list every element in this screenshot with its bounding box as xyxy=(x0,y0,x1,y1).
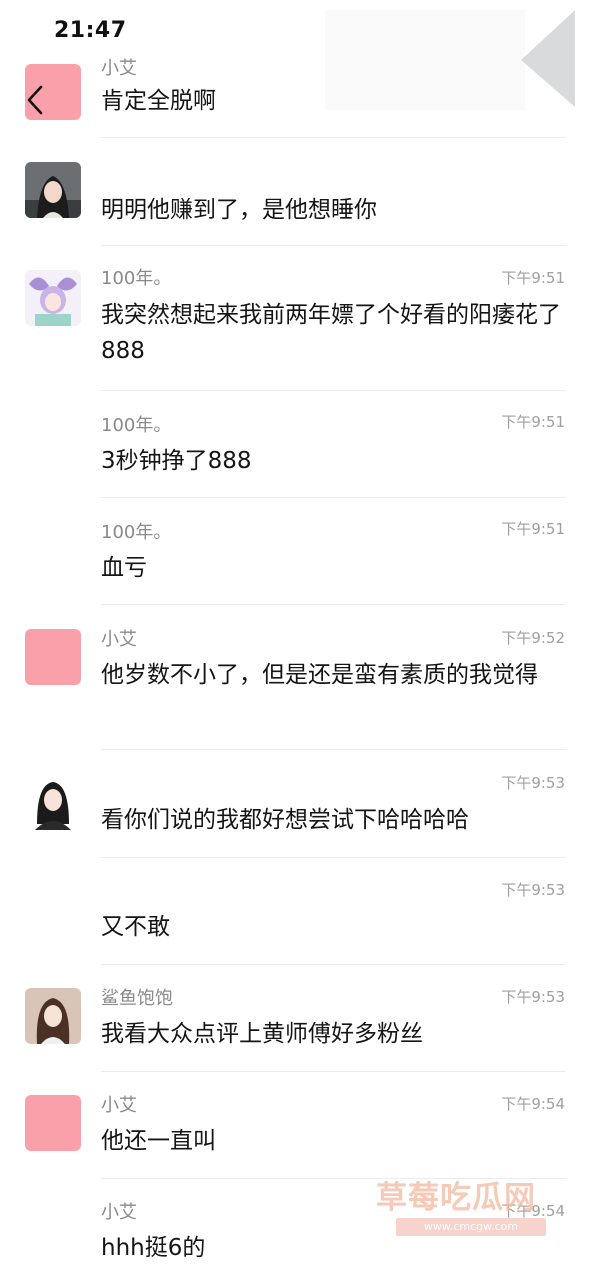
divider xyxy=(101,964,566,965)
avatar[interactable] xyxy=(25,629,81,685)
message-text: 看你们说的我都好想尝试下哈哈哈哈 xyxy=(101,807,469,833)
message-text: 他岁数不小了，但是还是蛮有素质的我觉得 xyxy=(101,662,538,688)
sender-name: 100年。 xyxy=(101,415,172,436)
message-time: 下午9:51 xyxy=(501,269,565,287)
avatar[interactable] xyxy=(25,270,81,326)
message-text: 3秒钟挣了888 xyxy=(101,448,252,474)
divider xyxy=(101,497,566,498)
watermark-title: 草莓吃瓜网 xyxy=(376,1180,536,1216)
chevron-left-icon[interactable] xyxy=(22,82,52,118)
message-text: 血亏 xyxy=(101,555,147,581)
divider xyxy=(101,749,566,750)
message-text: 我看大众点评上黄师傅好多粉丝 xyxy=(101,1021,423,1047)
sender-name: 鲨鱼饱饱 xyxy=(101,988,173,1009)
divider xyxy=(101,137,566,138)
status-bar-time: 21:47 xyxy=(54,18,127,43)
message-text: 又不敢 xyxy=(101,914,170,940)
message-text: 我突然想起来我前两年嫖了个好看的阳痿花了888 xyxy=(101,302,561,364)
sender-name: 小艾 xyxy=(101,629,137,650)
divider xyxy=(101,390,566,391)
message-time: 下午9:53 xyxy=(501,988,565,1006)
message-text: 明明他赚到了，是他想睡你 xyxy=(101,197,377,223)
sender-name: 100年。 xyxy=(101,268,172,289)
watermark-url: www.cmcgw.com xyxy=(396,1218,546,1236)
message-time: 下午9:52 xyxy=(501,629,565,647)
sender-name: 100年。 xyxy=(101,522,172,543)
message-time: 下午9:51 xyxy=(501,413,565,431)
avatar[interactable] xyxy=(25,988,81,1044)
avatar[interactable] xyxy=(25,162,81,218)
message-time: 下午9:54 xyxy=(501,1095,565,1113)
avatar[interactable] xyxy=(25,774,81,830)
divider xyxy=(101,857,566,858)
sender-name: 小艾 xyxy=(101,1202,137,1223)
divider xyxy=(101,1071,566,1072)
sender-name: 小艾 xyxy=(101,58,137,79)
message-time: 下午9:53 xyxy=(501,881,565,899)
sender-name: 小艾 xyxy=(101,1095,137,1116)
watermark: 草莓吃瓜网 www.cmcgw.com xyxy=(372,1172,562,1242)
divider xyxy=(101,604,566,605)
message-time: 下午9:53 xyxy=(501,774,565,792)
message-text: 肯定全脱啊 xyxy=(101,88,216,114)
message-text: 他还一直叫 xyxy=(101,1128,216,1154)
avatar[interactable] xyxy=(25,1095,81,1151)
message-time: 下午9:51 xyxy=(501,520,565,538)
divider xyxy=(101,245,566,246)
